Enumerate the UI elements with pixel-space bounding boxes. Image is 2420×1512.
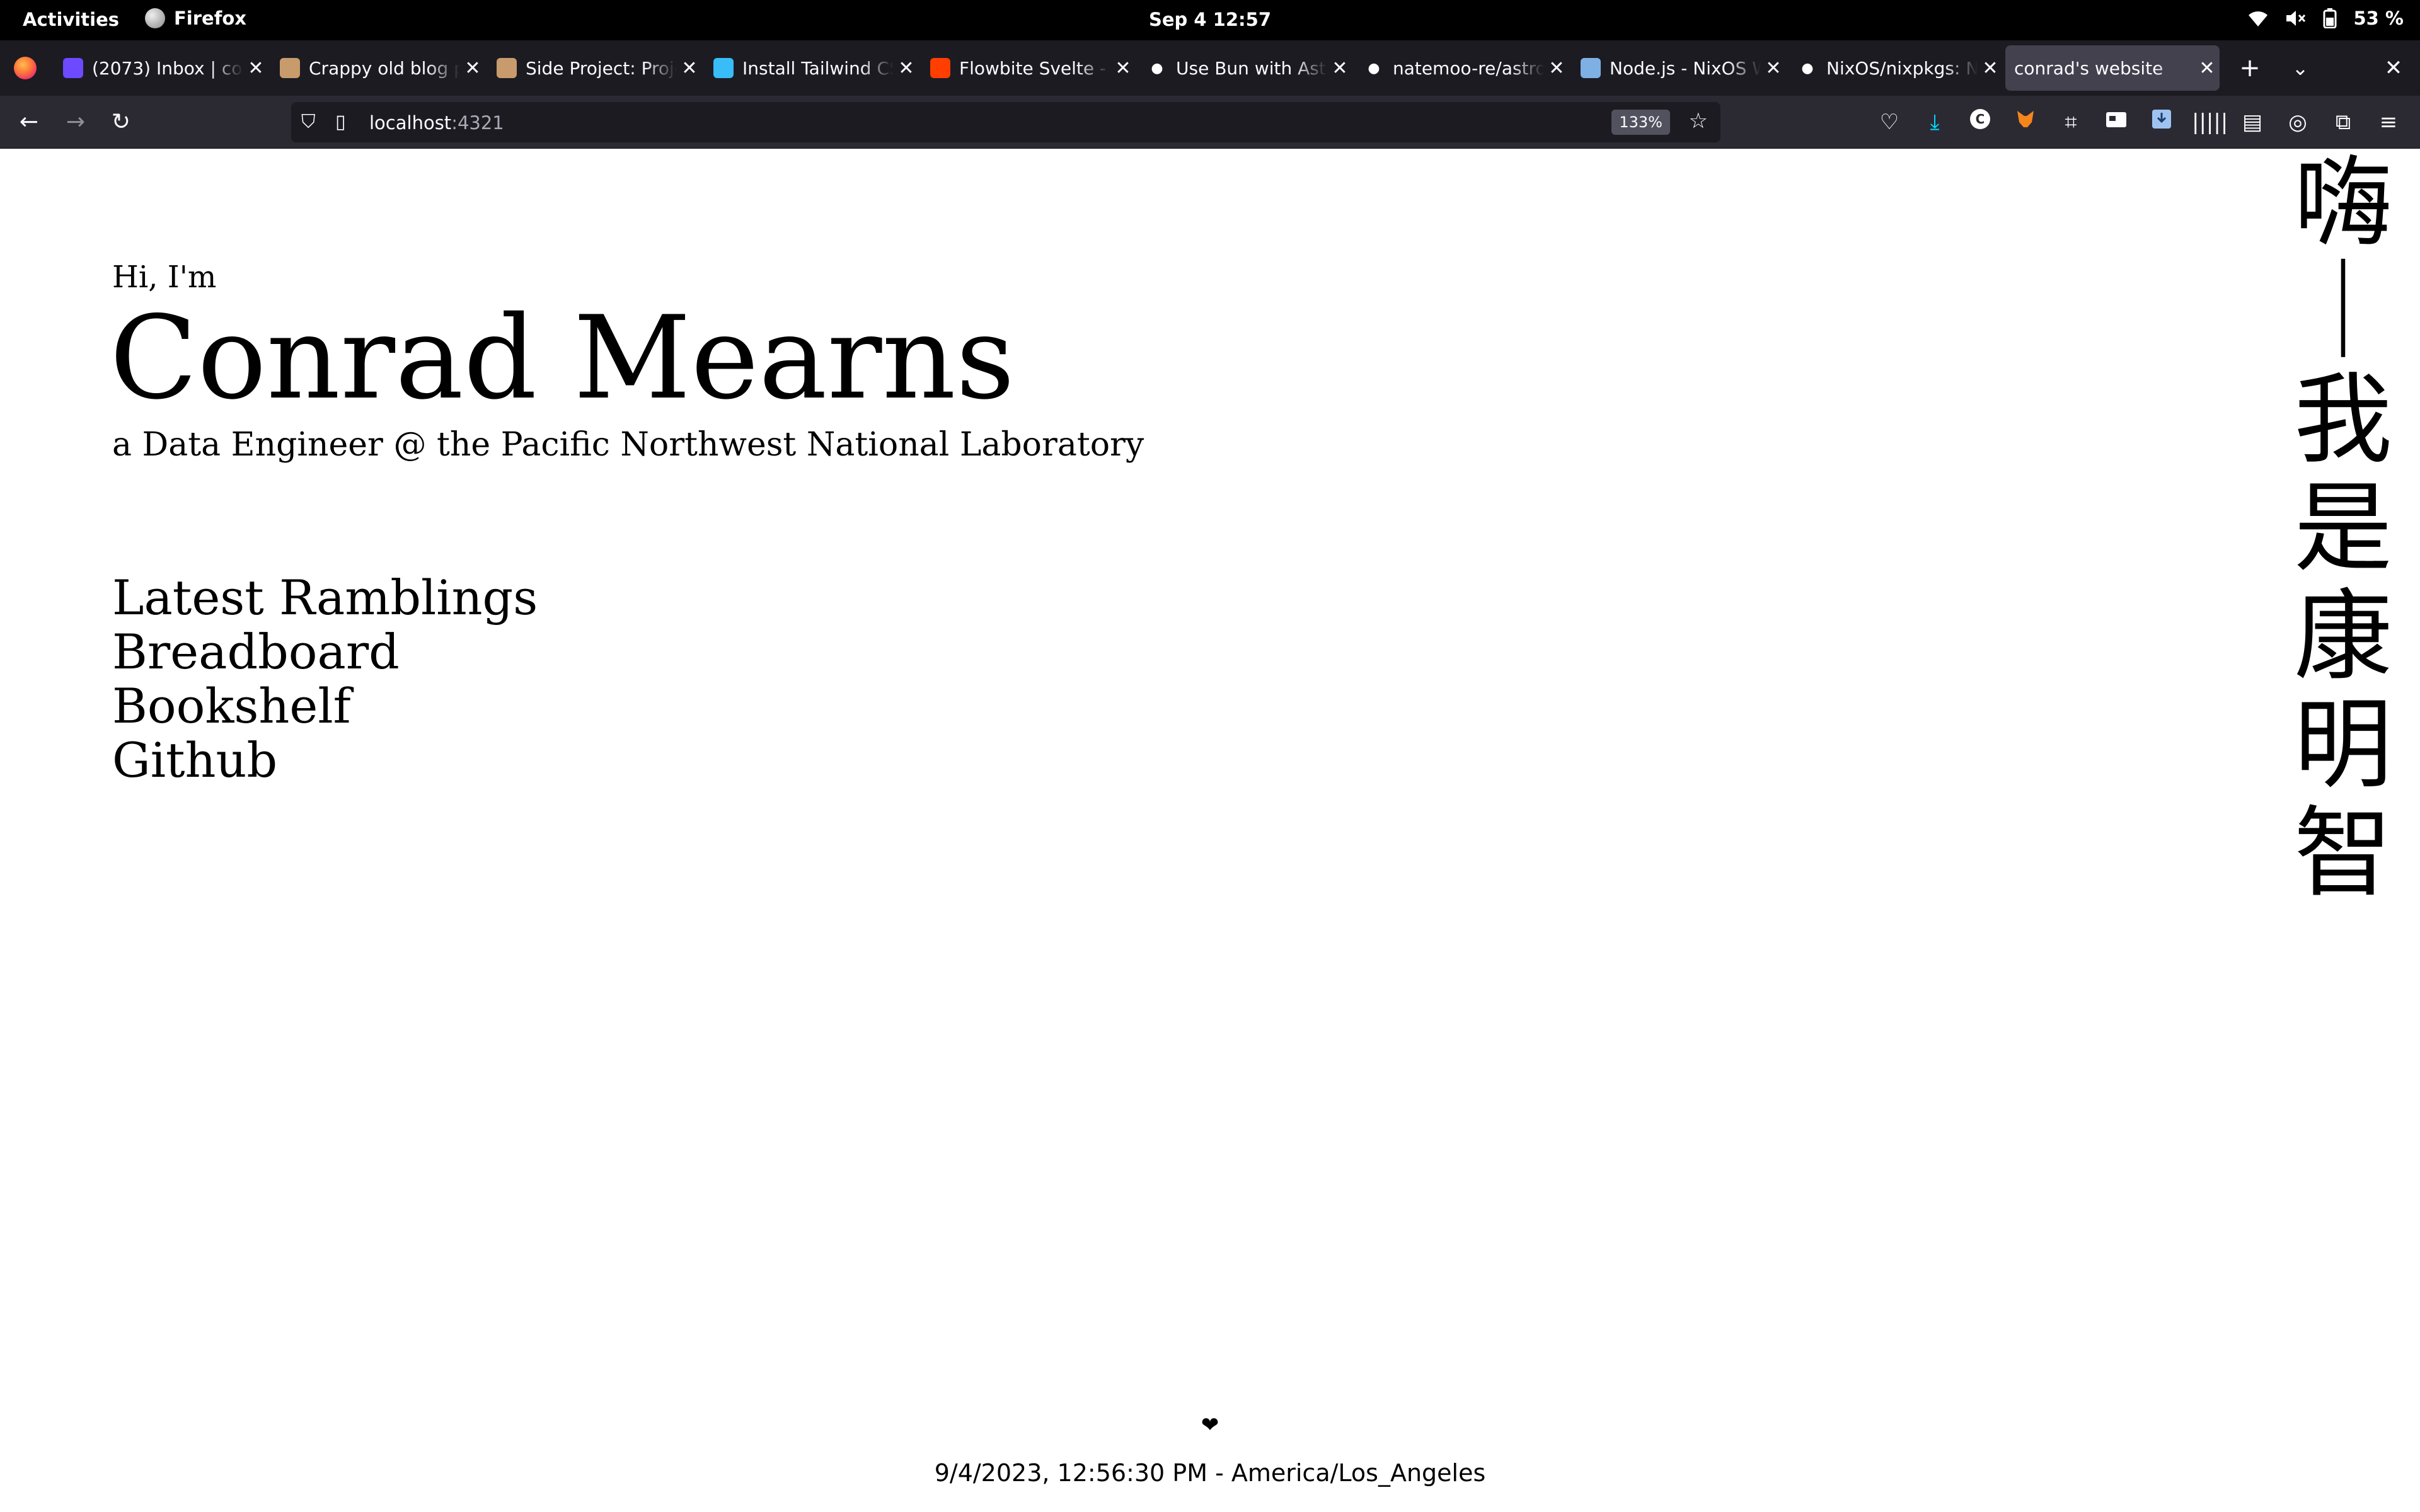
browser-tab[interactable]: ● NixOS/nixpkgs: Nix ✕ [1789, 45, 2003, 91]
metamask-fox-icon[interactable] [2010, 108, 2041, 136]
crop-tool-icon[interactable]: ⌗ [2056, 108, 2086, 136]
url-bar[interactable]: ⛉ ▯ localhost:4321 133% ☆ [291, 102, 1720, 142]
cn-char: 康 [2294, 579, 2392, 694]
tab-bar: (2073) Inbox | conrad✕Crappy old blog po… [0, 40, 2420, 96]
github-icon: ● [1801, 60, 1814, 76]
browser-tab[interactable]: Install Tailwind CSS✕ [705, 45, 919, 91]
cn-char: 我 [2294, 362, 2392, 477]
tab-title: NixOS/nixpkgs: Nix [1826, 57, 1978, 79]
cn-char: 智 [2294, 796, 2392, 910]
browser-tab[interactable]: Flowbite Svelte - UI✕ [921, 45, 1136, 91]
pocket-icon[interactable]: ♡ [1874, 108, 1904, 136]
firefox-view-icon[interactable] [14, 57, 37, 79]
cn-divider: ｜ [2294, 254, 2392, 369]
clock[interactable]: Sep 4 12:57 [0, 9, 2420, 30]
browser-tab[interactable]: Side Project: Projects✕ [488, 45, 702, 91]
proton-mail-icon [63, 58, 83, 78]
flowbite-icon [930, 58, 950, 78]
svg-text:C: C [1976, 112, 1985, 127]
browser-tab[interactable]: Crappy old blog posts✕ [271, 45, 485, 91]
close-tab-icon[interactable]: ✕ [1978, 57, 2003, 79]
tagline: a Data Engineer @ the Pacific Northwest … [112, 426, 1144, 464]
close-tab-icon[interactable]: ✕ [1110, 57, 1136, 79]
tailwind-icon [713, 58, 734, 78]
tracking-protection-shield-icon[interactable]: ⛉ [301, 111, 316, 133]
page-info-icon[interactable]: ▯ [335, 111, 346, 133]
reload-button[interactable]: ↻ [105, 107, 137, 137]
github-icon: ● [1368, 60, 1380, 76]
close-tab-icon[interactable]: ✕ [1544, 57, 1569, 79]
avatar-icon [280, 58, 300, 78]
cn-char: 明 [2294, 687, 2392, 802]
extension-barcode-icon[interactable]: ||||| [2192, 108, 2228, 136]
zoom-level-badge[interactable]: 133% [1611, 110, 1670, 135]
new-tab-icon[interactable]: + [2235, 54, 2265, 82]
browser-tab[interactable]: ● Use Bun with Astro ✕ [1138, 45, 1352, 91]
cn-char: 是 [2294, 471, 2392, 585]
extension-download-box-icon[interactable] [2146, 108, 2177, 136]
list-all-tabs-icon[interactable]: ⌄ [2285, 54, 2315, 82]
extensions-puzzle-icon[interactable]: ⧉ [2328, 108, 2358, 136]
volume-muted-icon [2286, 11, 2306, 26]
close-tab-icon[interactable]: ✕ [1327, 57, 1352, 79]
page-title: Conrad Mearns [110, 291, 1015, 425]
cn-char: 嗨 [2294, 146, 2392, 260]
browser-tab[interactable]: (2073) Inbox | conrad✕ [54, 45, 268, 91]
system-top-bar: Activities Firefox Sep 4 12:57 53 % [0, 0, 2420, 40]
tab-title: natemoo-re/astro-icon [1393, 57, 1544, 79]
cookie-icon[interactable]: ◎ [2283, 108, 2313, 136]
clipboard-icon[interactable]: ▤ [2237, 108, 2267, 136]
web-page: Hi, I'm Conrad Mearns a Data Engineer @ … [0, 149, 2420, 1512]
nixos-icon [1581, 58, 1601, 78]
nav-link-latest-ramblings[interactable]: Latest Ramblings [112, 571, 538, 625]
hamburger-menu-icon[interactable]: ≡ [2373, 108, 2404, 136]
nav-link-github[interactable]: Github [112, 733, 538, 788]
extension-card-icon[interactable] [2101, 108, 2131, 136]
tab-title: Side Project: Projects [526, 57, 677, 79]
close-tab-icon[interactable]: ✕ [243, 57, 268, 79]
site-nav: Latest Ramblings Breadboard Bookshelf Gi… [112, 571, 538, 788]
vertical-chinese-greeting: 嗨 ｜ 我 是 康 明 智 [2286, 149, 2400, 907]
tab-title: conrad's website [2014, 57, 2164, 79]
browser-tab[interactable]: conrad's website ✕ [2005, 45, 2220, 91]
tab-title: Crappy old blog posts [309, 57, 460, 79]
close-tab-icon[interactable]: ✕ [2194, 57, 2220, 79]
tab-title: Use Bun with Astro [1176, 57, 1327, 79]
url-text[interactable]: localhost:4321 [369, 112, 504, 134]
forward-button[interactable]: → [59, 107, 92, 137]
browser-tab[interactable]: ● natemoo-re/astro-icon✕ [1355, 45, 1569, 91]
extension-c-icon[interactable]: C [1965, 108, 1995, 136]
wifi-icon [2249, 11, 2268, 26]
battery-icon [2323, 8, 2337, 28]
nav-link-breadboard[interactable]: Breadboard [112, 625, 538, 679]
url-host: localhost [369, 112, 452, 134]
navigation-toolbar: ← → ↻ ⛉ ▯ localhost:4321 133% ☆ ♡ ⤓ C ⌗ … [0, 96, 2420, 149]
back-button[interactable]: ← [13, 107, 45, 137]
system-status-area[interactable]: 53 % [2247, 8, 2404, 29]
close-tab-icon[interactable]: ✕ [460, 57, 485, 79]
nav-link-bookshelf[interactable]: Bookshelf [112, 679, 538, 733]
downloads-icon[interactable]: ⤓ [1920, 108, 1950, 136]
tab-title: Flowbite Svelte - UI [959, 57, 1110, 79]
astro-icon: ● [1151, 60, 1163, 76]
browser-tab[interactable]: Node.js - NixOS Wiki✕ [1572, 45, 1786, 91]
tab-title: (2073) Inbox | conrad [92, 57, 243, 79]
bookmark-star-icon[interactable]: ☆ [1689, 108, 1708, 134]
battery-percentage: 53 % [2353, 8, 2404, 29]
avatar-icon [497, 58, 517, 78]
tab-title: Install Tailwind CSS [742, 57, 894, 79]
footer-timestamp: 9/4/2023, 12:56:30 PM - America/Los_Ange… [934, 1459, 1486, 1487]
tab-title: Node.js - NixOS Wiki [1610, 57, 1761, 79]
greeting: Hi, I'm [112, 260, 217, 295]
close-window-icon[interactable]: ✕ [2378, 54, 2409, 82]
close-tab-icon[interactable]: ✕ [677, 57, 702, 79]
url-port: :4321 [451, 112, 504, 134]
close-tab-icon[interactable]: ✕ [894, 57, 919, 79]
close-tab-icon[interactable]: ✕ [1761, 57, 1786, 79]
heart-icon: ❤ [1201, 1412, 1219, 1438]
